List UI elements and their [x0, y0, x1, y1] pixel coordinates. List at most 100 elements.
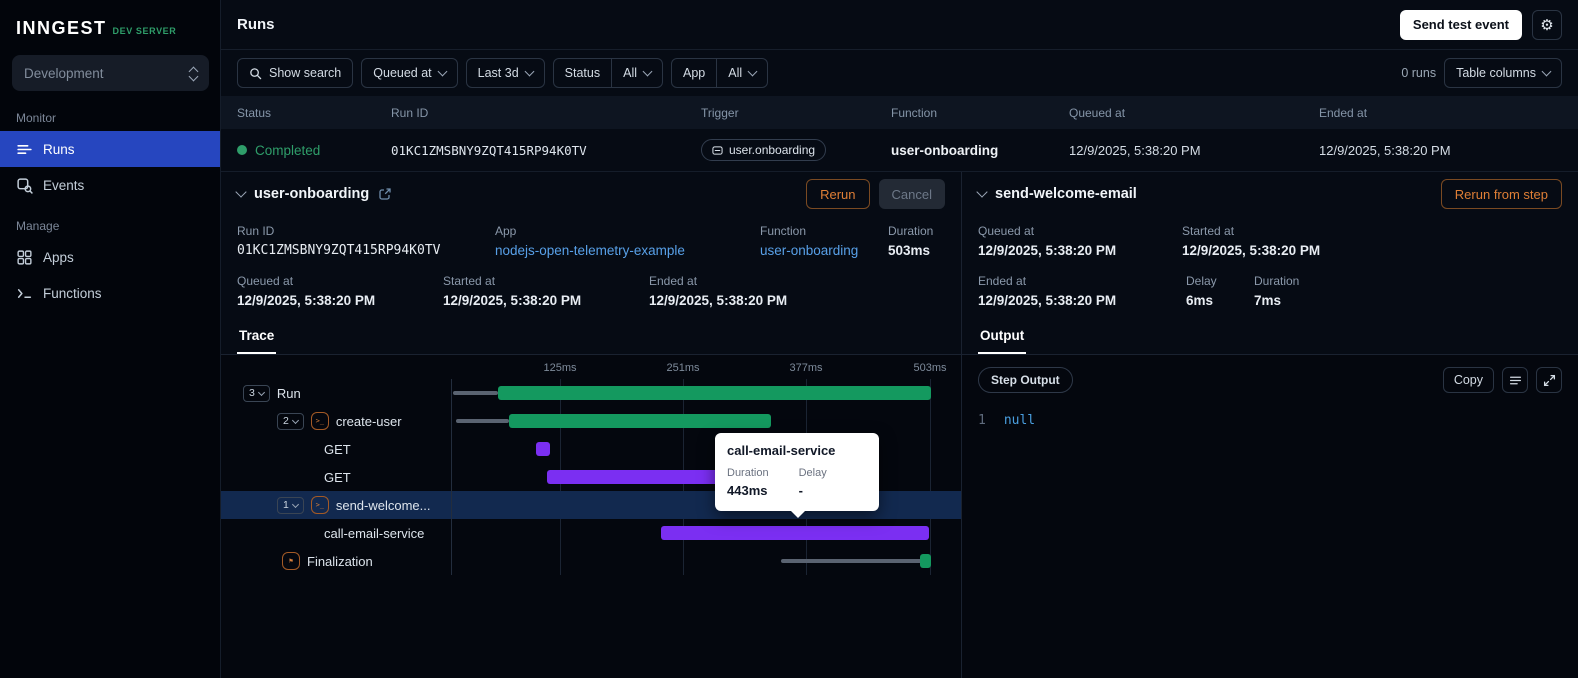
main-area: Runs Send test event ⚙ Show search Queue… — [221, 0, 1578, 678]
trace-bar-queue[interactable] — [456, 419, 509, 423]
axis-tick-label: 503ms — [913, 362, 947, 374]
trace-row[interactable]: call-email-service — [221, 519, 961, 547]
trace-row[interactable]: 3 Run — [221, 379, 961, 407]
function-label: Function — [760, 224, 807, 238]
column-header-function[interactable]: Function — [891, 106, 1069, 120]
column-header-trigger[interactable]: Trigger — [701, 106, 891, 120]
app-link[interactable]: nodejs-open-telemetry-example — [495, 243, 760, 258]
queued-at-value: 12/9/2025, 5:38:20 PM — [237, 293, 376, 308]
ended-at-value: 12/9/2025, 5:38:20 PM — [649, 293, 788, 308]
apps-icon — [16, 249, 33, 266]
trace-bar-purple[interactable] — [536, 442, 550, 456]
filter-bar: Show search Queued at Last 3d Status All… — [221, 50, 1578, 96]
send-test-event-button[interactable]: Send test event — [1399, 9, 1522, 40]
tab-output[interactable]: Output — [978, 320, 1027, 354]
trace-span-name: GET — [324, 441, 351, 457]
sidebar-item-label: Apps — [43, 249, 74, 265]
trace-row[interactable]: ⚑ Finalization — [221, 547, 961, 575]
step-ended-label: Ended at — [978, 274, 1027, 288]
page-title: Runs — [237, 16, 275, 33]
copy-button[interactable]: Copy — [1442, 367, 1494, 393]
app-root: INNGEST DEV SERVER Development Monitor R… — [0, 0, 1578, 678]
table-header: Status Run ID Trigger Function Queued at… — [221, 96, 1578, 129]
show-search-label: Show search — [269, 66, 342, 80]
wrap-lines-icon — [1509, 374, 1522, 387]
rerun-button[interactable]: Rerun — [806, 179, 870, 209]
chevron-down-icon — [524, 66, 535, 76]
step-ended-value: 12/9/2025, 5:38:20 PM — [978, 293, 1117, 308]
app-filter-dropdown[interactable]: App All — [671, 58, 769, 88]
step-delay-value: 6ms — [1186, 293, 1214, 308]
trace-bar-green[interactable] — [920, 554, 931, 568]
sidebar-item-functions[interactable]: Functions — [0, 275, 220, 311]
sidebar-item-label: Events — [43, 177, 85, 193]
trace-span-name: create-user — [335, 413, 402, 429]
tab-trace[interactable]: Trace — [237, 320, 277, 354]
queued-at-label: Queued at — [237, 274, 294, 288]
trace-tooltip: call-email-service Duration 443ms Delay … — [715, 433, 879, 518]
chevron-down-icon — [747, 66, 758, 76]
external-link-icon[interactable] — [378, 187, 392, 201]
chevron-down-icon — [642, 66, 653, 76]
function-link[interactable]: user-onboarding — [760, 243, 888, 258]
step-icon: >_ — [310, 496, 329, 514]
chevron-down-icon — [257, 388, 265, 396]
trace-bar-green[interactable] — [498, 386, 931, 400]
expand-button[interactable] — [1536, 367, 1562, 393]
run-detail-tabs: Trace — [221, 320, 961, 355]
show-search-button[interactable]: Show search — [237, 58, 354, 88]
trace-bar-queue[interactable] — [453, 391, 498, 395]
finalization-icon: ⚑ — [282, 552, 300, 570]
trace-row[interactable]: 2 >_ create-user — [221, 407, 961, 435]
trigger-badge[interactable]: user.onboarding — [701, 139, 827, 161]
output-code[interactable]: 1 null — [962, 401, 1578, 440]
step-started-value: 12/9/2025, 5:38:20 PM — [1182, 243, 1321, 258]
collapse-toggle[interactable]: 2 — [277, 412, 304, 430]
settings-button[interactable]: ⚙ — [1532, 9, 1562, 40]
queued-at-dropdown[interactable]: Queued at — [361, 58, 458, 88]
status-dot — [237, 145, 247, 155]
rerun-from-step-button[interactable]: Rerun from step — [1440, 179, 1562, 209]
line-number: 1 — [978, 413, 986, 428]
output-section: Step Output Copy 1 null — [962, 355, 1578, 678]
ended-at-value: 12/9/2025, 5:38:20 PM — [1319, 142, 1451, 158]
column-header-status[interactable]: Status — [221, 106, 391, 120]
column-header-run-id[interactable]: Run ID — [391, 106, 701, 120]
sidebar-section-manage: Manage — [16, 219, 60, 233]
inngest-logo: INNGEST — [16, 18, 107, 38]
dev-server-badge: DEV SERVER — [112, 26, 177, 36]
trace-bar-green[interactable] — [509, 414, 771, 428]
sidebar-item-label: Functions — [43, 285, 102, 301]
axis-tick-label: 251ms — [666, 362, 700, 374]
step-detail-tabs: Output — [962, 320, 1578, 355]
table-columns-label: Table columns — [1456, 66, 1536, 80]
started-at-value: 12/9/2025, 5:38:20 PM — [443, 293, 582, 308]
collapse-toggle[interactable]: 3 — [243, 384, 270, 402]
environment-select[interactable]: Development — [12, 55, 209, 91]
table-row[interactable]: Completed 01KC1ZMSBNY9ZQT415RP94K0TV use… — [221, 129, 1578, 172]
status-filter-dropdown[interactable]: Status All — [552, 58, 664, 88]
trace-bar-purple[interactable] — [547, 470, 723, 484]
queued-at-dropdown-label: Queued at — [373, 66, 432, 80]
topbar: Runs Send test event ⚙ — [221, 0, 1578, 50]
sidebar-item-events[interactable]: Events — [0, 167, 220, 203]
sidebar-item-runs[interactable]: Runs — [0, 131, 220, 167]
column-header-ended-at[interactable]: Ended at — [1319, 106, 1578, 120]
collapse-step-chevron-icon[interactable] — [976, 186, 988, 198]
collapse-run-chevron-icon[interactable] — [235, 186, 247, 198]
run-id: 01KC1ZMSBNY9ZQT415RP94K0TV — [237, 243, 441, 258]
cancel-button[interactable]: Cancel — [878, 179, 945, 209]
sidebar-item-apps[interactable]: Apps — [0, 239, 220, 275]
column-header-queued-at[interactable]: Queued at — [1069, 106, 1319, 120]
wrap-lines-button[interactable] — [1502, 367, 1528, 393]
table-columns-dropdown[interactable]: Table columns — [1444, 58, 1562, 88]
trace-bar-queue[interactable] — [781, 559, 926, 563]
trigger-name: user.onboarding — [729, 143, 816, 157]
expand-icon — [1543, 374, 1556, 387]
duration-value: 503ms — [888, 243, 931, 258]
started-at-label: Started at — [443, 274, 496, 288]
collapse-toggle[interactable]: 1 — [277, 496, 304, 514]
time-range-dropdown[interactable]: Last 3d — [465, 58, 545, 88]
trace-span-name: call-email-service — [324, 525, 425, 541]
trace-bar-purple[interactable] — [661, 526, 929, 540]
